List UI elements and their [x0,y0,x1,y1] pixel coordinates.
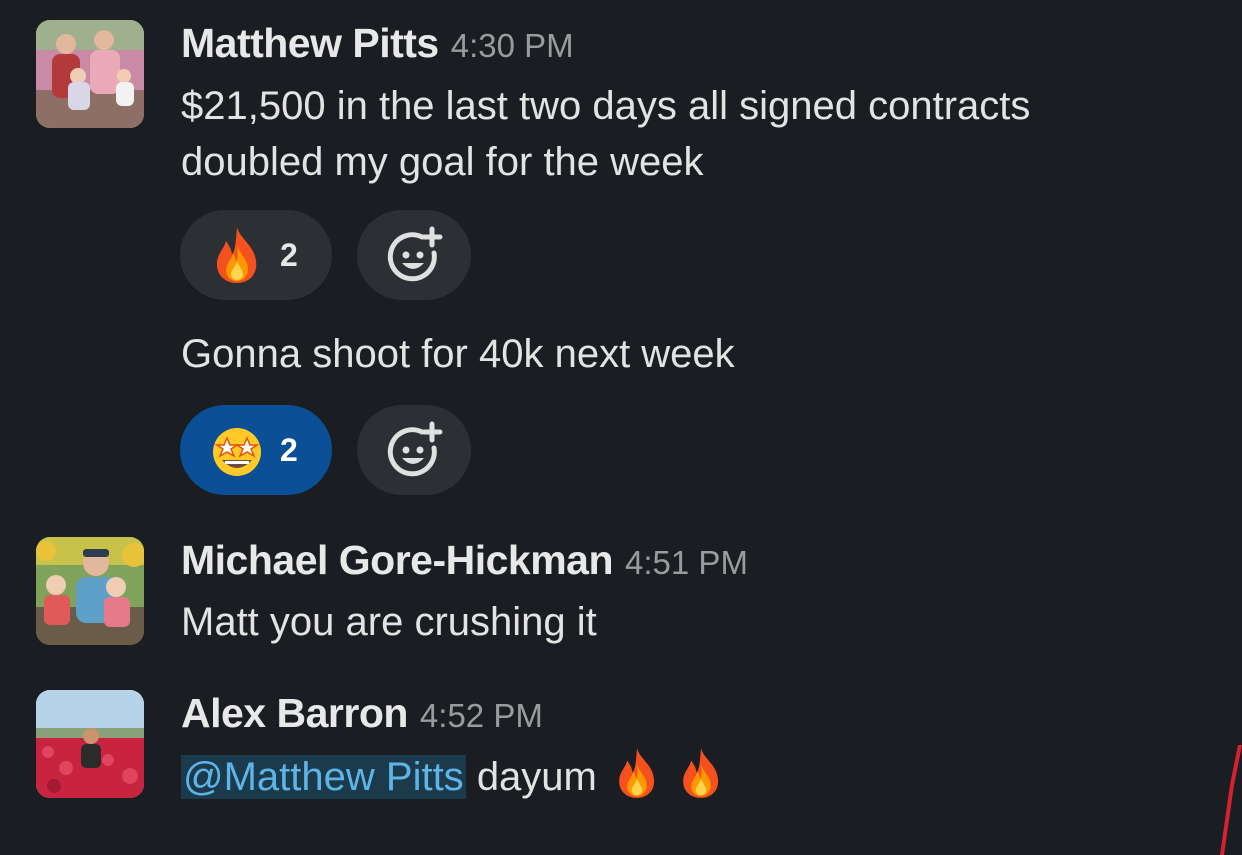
message-text: Matt you are crushing it [181,600,597,644]
author-name[interactable]: Michael Gore-Hickman 4:51 PM [181,537,748,584]
avatar-michael-gore-hickman[interactable] [36,537,144,645]
timestamp[interactable]: 4:51 PM [625,544,748,581]
message-text: Gonna shoot for 40k next week [181,332,735,376]
star-struck-icon [213,428,261,476]
add-reaction-button[interactable] [357,405,471,495]
reaction-count: 2 [280,431,298,468]
message-line: $21,500 in the last two days all signed … [181,84,1031,128]
fire-icon [619,748,654,798]
user-mention[interactable]: @Matthew Pitts [181,755,466,799]
avatar-matthew-pitts[interactable] [36,20,144,128]
author-name[interactable]: Alex Barron 4:52 PM [181,690,543,737]
message-feed: Matthew Pitts 4:30 PM $21,500 in the last… [0,0,1242,855]
fire-icon [216,227,257,283]
reaction-star-struck[interactable]: 2 [180,405,332,495]
timestamp[interactable]: 4:52 PM [420,697,543,734]
message-line: doubled my goal for the week [181,140,704,184]
avatar-alex-barron[interactable] [36,690,144,798]
message-text: @Matthew Pitts dayum [181,746,725,805]
add-emoji-icon [387,226,443,282]
fire-icon [683,748,718,798]
add-reaction-button[interactable] [357,210,471,300]
message-text: $21,500 in the last two days all signed … [181,78,1030,190]
timestamp[interactable]: 4:30 PM [451,27,574,64]
author-name[interactable]: Matthew Pitts 4:30 PM [181,20,574,67]
reaction-count: 2 [280,236,298,273]
message-body: dayum [476,755,597,799]
annotation-stroke [1220,745,1242,855]
reaction-fire[interactable]: 2 [180,210,332,300]
add-emoji-icon [387,421,443,477]
